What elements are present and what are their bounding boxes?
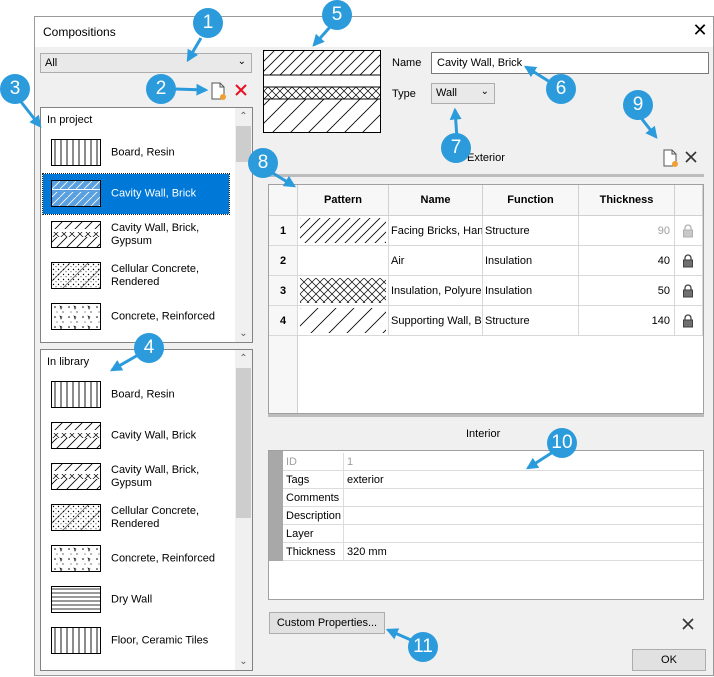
callout-11: 11 — [408, 632, 438, 662]
callout-10: 10 — [547, 428, 577, 458]
callout-7: 7 — [441, 133, 471, 163]
callout-3: 3 — [0, 74, 30, 104]
callout-4: 4 — [134, 333, 164, 363]
callout-1: 1 — [193, 8, 223, 38]
callout-2: 2 — [146, 74, 176, 104]
callout-arrows — [16, 26, 658, 642]
callout-9: 9 — [623, 90, 653, 120]
callout-5: 5 — [322, 0, 352, 30]
callout-6: 6 — [546, 74, 576, 104]
callout-8: 8 — [248, 148, 278, 178]
